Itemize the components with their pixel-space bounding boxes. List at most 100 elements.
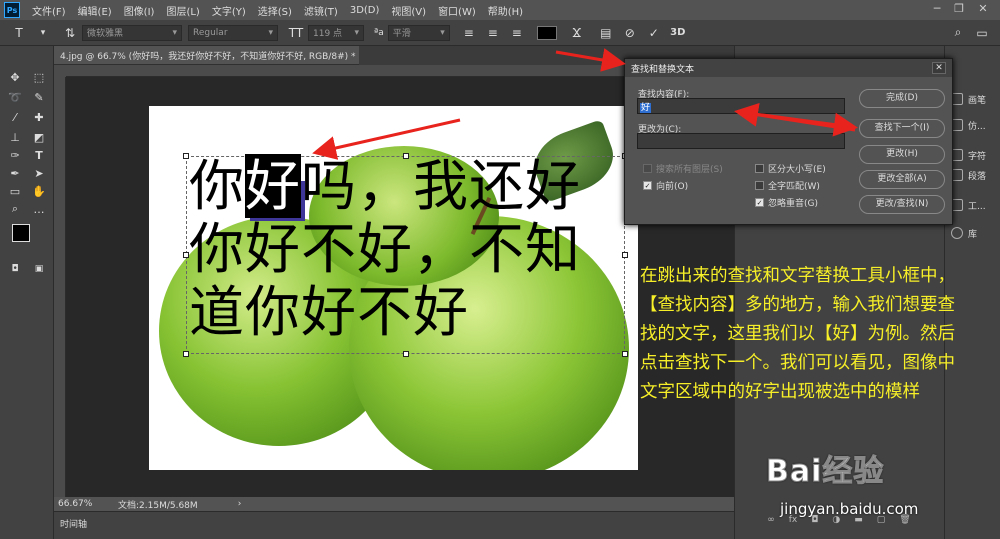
search-icon[interactable]: ⌕: [949, 24, 967, 42]
screen-mode-icon[interactable]: ▣: [30, 260, 48, 278]
chevron-down-icon[interactable]: ▾: [34, 24, 52, 42]
ignore-accent-label: 忽略重音(G): [768, 199, 818, 209]
timeline-label[interactable]: 时间轴: [60, 520, 87, 530]
document-image[interactable]: 你好吗，我还好 你好不好，不知 道你好不好: [149, 106, 638, 470]
find-next-button[interactable]: 查找下一个(I): [859, 119, 945, 138]
align-right-icon[interactable]: ≡: [508, 24, 526, 42]
eraser-tool-icon[interactable]: ◩: [30, 128, 48, 146]
anti-alias-select[interactable]: 平滑 ▾: [387, 24, 450, 41]
resize-handle[interactable]: [622, 252, 628, 258]
align-center-icon[interactable]: ≡: [484, 24, 502, 42]
ignore-accent-checkbox[interactable]: ✓ 忽略重音(G): [755, 196, 818, 209]
move-tool-icon[interactable]: ✥: [6, 68, 24, 86]
change-find-button[interactable]: 更改/查找(N): [859, 195, 945, 214]
dock-clone[interactable]: 仿...: [945, 114, 1000, 136]
workspace-icon[interactable]: ▭: [973, 24, 991, 42]
document-tab[interactable]: 4.jpg @ 66.7% (你好吗，我还好你好不好，不知道你好不好, RGB/…: [54, 46, 359, 65]
text-color-swatch[interactable]: [536, 25, 557, 40]
checkbox-box: [755, 164, 764, 173]
document-tab-title: 4.jpg @ 66.7% (你好吗，我还好你好不好，不知道你好不好, RGB/…: [60, 52, 356, 62]
search-all-layers-checkbox[interactable]: 搜索所有图层(S): [643, 162, 723, 175]
forward-checkbox[interactable]: ✓ 向前(O): [643, 179, 688, 192]
dock-character[interactable]: 字符: [945, 144, 1000, 166]
timeline-panel: 时间轴: [54, 511, 734, 539]
menu-filter[interactable]: 滤镜(T): [298, 3, 344, 18]
dock-brush[interactable]: 画笔: [945, 88, 1000, 110]
resize-handle[interactable]: [622, 351, 628, 357]
menu-help[interactable]: 帮助(H): [482, 3, 529, 18]
cancel-icon[interactable]: ⊘: [621, 24, 639, 42]
menu-file[interactable]: 文件(F): [26, 3, 72, 18]
done-button[interactable]: 完成(D): [859, 89, 945, 108]
close-window-icon[interactable]: ✕: [976, 2, 990, 16]
3d-icon[interactable]: 3D: [669, 24, 687, 42]
replace-input[interactable]: [637, 133, 845, 149]
baidu-jingyan-logo: Bai经验: [765, 454, 885, 490]
chevron-down-icon: ▾: [172, 27, 177, 38]
dock-tool-presets[interactable]: 工...: [945, 194, 1000, 216]
dialog-title-bar[interactable]: 查找和替换文本 ✕: [625, 59, 952, 77]
lasso-tool-icon[interactable]: ➰: [6, 88, 24, 106]
font-family-select[interactable]: 微软雅黑 ▾: [82, 24, 182, 41]
resize-handle[interactable]: [403, 351, 409, 357]
warp-text-icon[interactable]: Ϫ: [568, 24, 586, 42]
type-tool-icon[interactable]: T: [30, 146, 48, 164]
change-all-button[interactable]: 更改全部(A): [859, 170, 945, 189]
eyedropper-tool-icon[interactable]: ⁄: [6, 108, 24, 126]
align-left-icon[interactable]: ≡: [460, 24, 478, 42]
menu-layer[interactable]: 图层(L): [160, 3, 205, 18]
more-tools-icon[interactable]: …: [30, 200, 48, 218]
tools-panel: ✥ ⬚ ➰ ✎ ⁄ ✚ ⊥ ◩ ✑ T ✒ ➤ ▭ ✋ ⌕ … ◘ ▣: [0, 46, 54, 539]
dock-paragraph[interactable]: 段落: [945, 164, 1000, 186]
menu-window[interactable]: 窗口(W): [432, 3, 482, 18]
checkbox-checked-icon: ✓: [643, 181, 652, 190]
quick-select-tool-icon[interactable]: ✎: [30, 88, 48, 106]
font-style-select[interactable]: Regular ▾: [188, 24, 278, 41]
baidu-watermark: Bai经验 jingyan.baidu.com: [752, 440, 1000, 539]
rectangle-tool-icon[interactable]: ▭: [6, 182, 24, 200]
menu-view[interactable]: 视图(V): [385, 3, 432, 18]
quick-mask-icon[interactable]: ◘: [6, 260, 24, 278]
commit-icon[interactable]: ✓: [645, 24, 663, 42]
anti-alias-icon: ªa: [374, 27, 384, 38]
zoom-level[interactable]: 66.67%: [54, 499, 104, 509]
case-sensitive-checkbox[interactable]: 区分大小写(E): [755, 162, 826, 175]
doc-info: 文档:2.15M/5.68M: [118, 500, 198, 511]
find-input[interactable]: 好: [637, 98, 845, 114]
change-button[interactable]: 更改(H): [859, 145, 945, 164]
marquee-tool-icon[interactable]: ⬚: [30, 68, 48, 86]
instruction-annotation: 在跳出来的查找和文字替换工具小框中，【查找内容】多的地方，输入我们想要查找的文字…: [640, 266, 955, 402]
zoom-tool-icon[interactable]: ⌕: [6, 200, 24, 218]
character-panel-icon[interactable]: ▤: [597, 24, 615, 42]
font-size-select[interactable]: 119 点 ▾: [308, 24, 364, 41]
healing-tool-icon[interactable]: ✚: [30, 108, 48, 126]
hand-tool-icon[interactable]: ✋: [30, 182, 48, 200]
whole-word-label: 全字匹配(W): [768, 182, 820, 192]
menu-image[interactable]: 图像(I): [118, 3, 161, 18]
menu-type[interactable]: 文字(Y): [206, 3, 252, 18]
libraries-icon: [951, 227, 963, 239]
dock-libraries[interactable]: 库: [945, 222, 1000, 244]
menu-edit[interactable]: 编辑(E): [72, 3, 118, 18]
pen-tool-icon[interactable]: ✒: [6, 164, 24, 182]
maximize-icon[interactable]: ❐: [952, 2, 966, 16]
menu-3d[interactable]: 3D(D): [344, 5, 386, 16]
toggle-orientation-icon[interactable]: ⇅: [61, 24, 79, 42]
dock-clone-label: 仿...: [968, 121, 986, 132]
watermark-url: jingyan.baidu.com: [780, 500, 919, 518]
foreground-color-swatch[interactable]: [12, 224, 30, 242]
status-bar: 66.67% 文档:2.15M/5.68M ›: [54, 497, 734, 511]
chevron-down-icon: ▾: [268, 27, 273, 38]
ruler-corner: [54, 65, 66, 77]
path-select-tool-icon[interactable]: ➤: [30, 164, 48, 182]
close-icon[interactable]: ✕: [932, 62, 946, 74]
resize-handle[interactable]: [183, 351, 189, 357]
minimize-icon[interactable]: ─: [930, 2, 944, 16]
status-menu-arrow-icon[interactable]: ›: [238, 499, 242, 509]
menu-select[interactable]: 选择(S): [252, 3, 298, 18]
type-tool-icon[interactable]: T: [10, 24, 28, 42]
whole-word-checkbox[interactable]: 全字匹配(W): [755, 179, 820, 192]
font-style-value: Regular: [193, 27, 228, 38]
stamp-tool-icon[interactable]: ⊥: [6, 128, 24, 146]
brush-tool-icon[interactable]: ✑: [6, 146, 24, 164]
